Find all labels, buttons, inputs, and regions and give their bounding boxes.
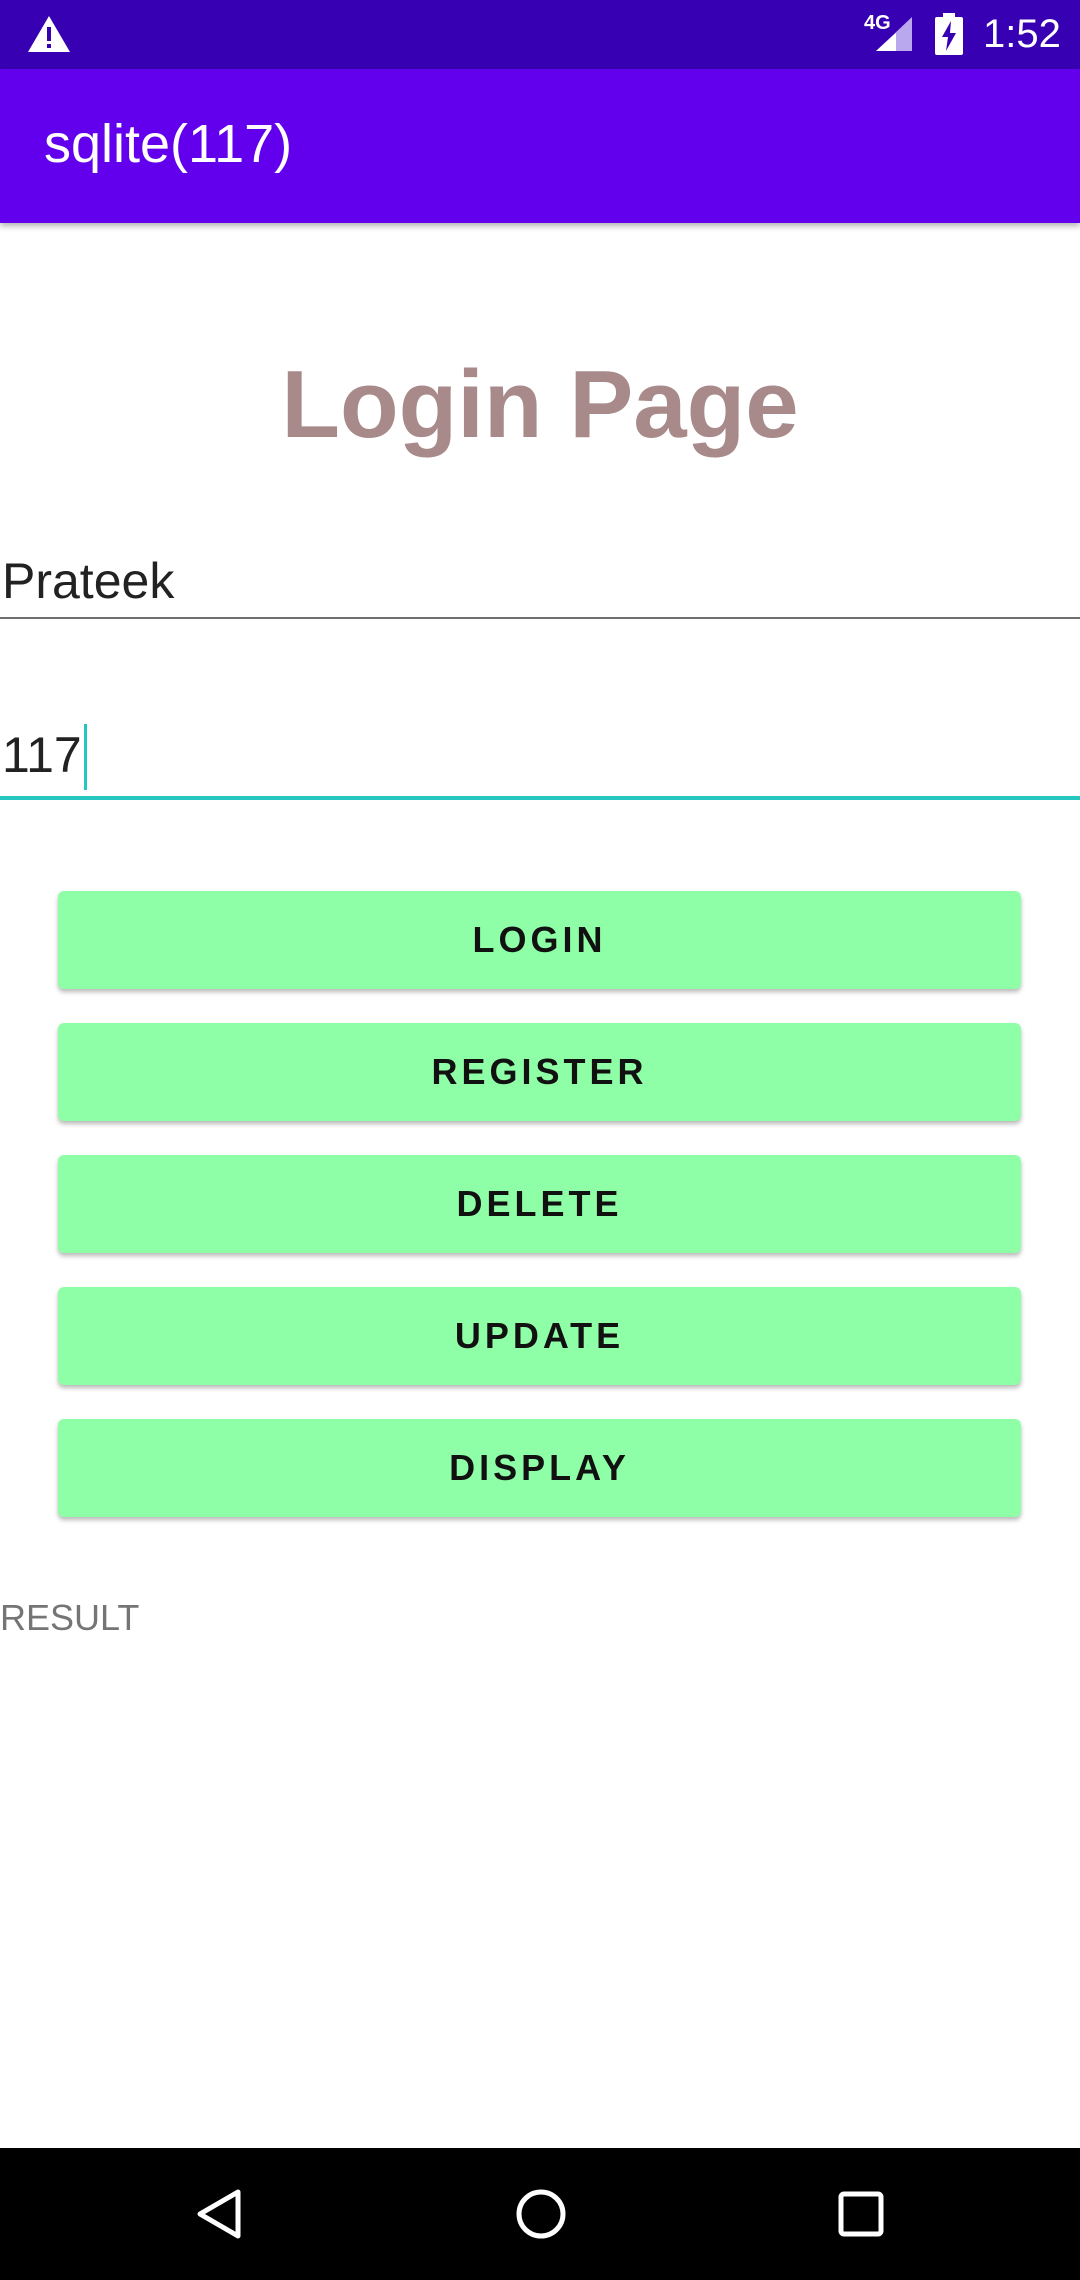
password-underline	[0, 796, 1080, 800]
signal-icon	[876, 17, 912, 51]
screen: 4G 1:52 sqlite(117) Login Page 117 LOGIN…	[0, 0, 1080, 2280]
username-field[interactable]	[0, 548, 1080, 614]
text-cursor	[84, 724, 87, 790]
display-button[interactable]: DISPLAY	[58, 1419, 1021, 1517]
password-value: 117	[2, 727, 82, 783]
recents-icon[interactable]	[833, 2186, 889, 2242]
delete-button[interactable]: DELETE	[58, 1155, 1021, 1253]
register-button[interactable]: REGISTER	[58, 1023, 1021, 1121]
navigation-bar	[0, 2148, 1080, 2280]
battery-charging-icon	[935, 13, 963, 55]
back-icon[interactable]	[192, 2186, 248, 2242]
home-icon[interactable]	[513, 2186, 569, 2242]
app-title: sqlite(117)	[44, 114, 293, 174]
page-title: Login Page	[281, 351, 799, 458]
update-button[interactable]: UPDATE	[58, 1287, 1021, 1385]
status-clock: 1:52	[983, 12, 1061, 56]
username-underline	[0, 617, 1080, 619]
app-bar: sqlite(117)	[0, 69, 1080, 223]
warning-icon	[28, 16, 70, 52]
password-field[interactable]: 117	[0, 722, 1080, 792]
result-label: RESULT	[0, 1597, 140, 1638]
login-button[interactable]: LOGIN	[58, 891, 1021, 989]
status-bar: 4G 1:52	[0, 0, 1080, 69]
